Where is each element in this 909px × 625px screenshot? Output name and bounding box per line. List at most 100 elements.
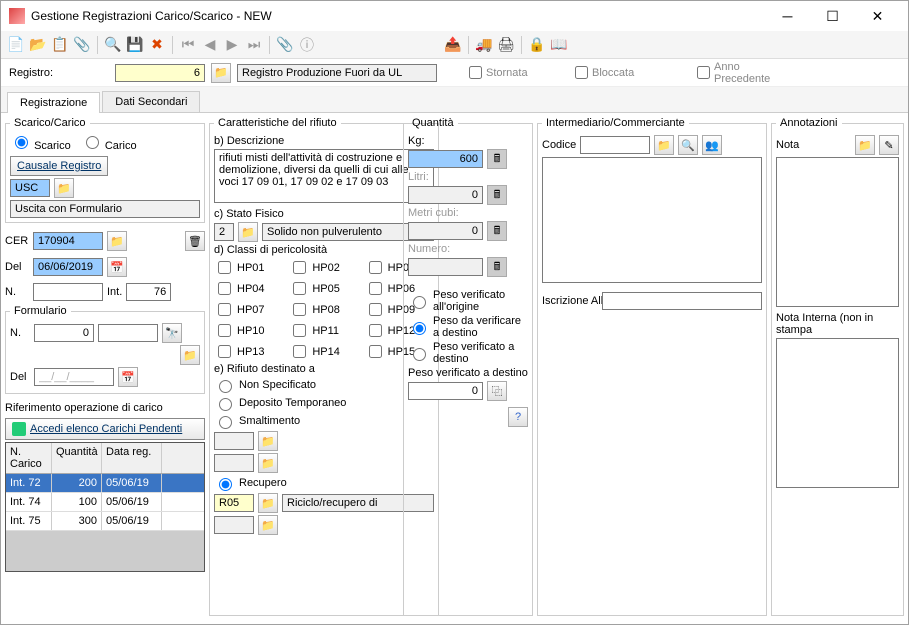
intermediario-textarea[interactable] — [542, 157, 762, 283]
hp10-check[interactable]: HP10 — [214, 321, 283, 340]
causale-registro-button[interactable]: Causale Registro — [10, 156, 108, 176]
hp05-check[interactable]: HP05 — [289, 279, 358, 298]
hp08-check[interactable]: HP08 — [289, 300, 358, 319]
recupero-lookup-icon[interactable]: 📁 — [258, 493, 278, 513]
search-icon[interactable]: 🔍 — [104, 36, 122, 54]
nota-folder-icon[interactable]: 📁 — [855, 135, 875, 155]
hp01-check[interactable]: HP01 — [214, 258, 283, 277]
numero-calc-icon[interactable]: 🖩 — [487, 257, 507, 277]
int-input[interactable] — [126, 283, 171, 301]
formulario-calendar-icon[interactable]: 📅 — [118, 367, 138, 387]
intermediario-fieldset: Intermediario/Commerciante Codice 📁 🔍 👥 … — [537, 117, 767, 616]
codice-lookup-icon[interactable]: 📁 — [654, 135, 674, 155]
hp07-check[interactable]: HP07 — [214, 300, 283, 319]
carichi-grid[interactable]: N. Carico Quantità Data reg. Int. 72 200… — [5, 442, 205, 572]
prev-icon[interactable]: ◀ — [201, 36, 219, 54]
registro-lookup-icon[interactable]: 📁 — [211, 63, 231, 83]
nota-textarea[interactable] — [776, 157, 899, 307]
nota-edit-icon[interactable]: ✎ — [879, 135, 899, 155]
calendar-icon[interactable]: 📅 — [107, 257, 127, 277]
new-icon[interactable]: 📄 — [7, 36, 25, 54]
cer-input[interactable] — [33, 232, 103, 250]
print-icon[interactable]: 🖨 — [497, 36, 515, 54]
formulario-folder-icon[interactable]: 📁 — [180, 345, 200, 365]
deposito-radio[interactable]: Deposito Temporaneo — [214, 395, 434, 411]
kg-label: Kg: — [408, 135, 528, 147]
anno-precedente-check[interactable]: Anno Precedente — [697, 61, 797, 85]
info-icon[interactable]: ⓘ — [298, 36, 316, 54]
export-icon[interactable]: 📤 — [444, 36, 462, 54]
formulario-del-input[interactable] — [34, 368, 114, 386]
causale-lookup-icon[interactable]: 📁 — [54, 178, 74, 198]
table-row[interactable]: Int. 74 100 05/06/19 — [6, 493, 204, 512]
stato-lookup-icon[interactable]: 📁 — [238, 222, 258, 242]
recupero-radio[interactable]: Recupero — [214, 475, 434, 491]
mc-calc-icon[interactable]: 🖩 — [487, 221, 507, 241]
help-icon[interactable]: ? — [508, 407, 528, 427]
kg-calc-icon[interactable]: 🖩 — [487, 149, 507, 169]
codice-users-icon[interactable]: 👥 — [702, 135, 722, 155]
open-icon[interactable]: 📂 — [29, 36, 47, 54]
kg-input[interactable] — [408, 150, 483, 168]
stato-code-input — [214, 223, 234, 241]
descrizione-textarea[interactable]: rifiuti misti dell'attività di costruzio… — [214, 149, 434, 203]
minimize-button[interactable]: ─ — [765, 1, 810, 31]
formulario-fieldset: Formulario N. 🔭 📁 Del 📅 — [5, 305, 205, 394]
tab-registrazione[interactable]: Registrazione — [7, 92, 100, 113]
iscrizione-input[interactable] — [602, 292, 762, 310]
binocular-icon[interactable]: 🔭 — [162, 323, 182, 343]
n-label: N. — [5, 286, 29, 298]
causale-desc-input — [10, 200, 200, 218]
smaltimento-lookup-icon[interactable]: 📁 — [258, 431, 278, 451]
copy-icon[interactable]: 📋 — [51, 36, 69, 54]
tab-dati-secondari[interactable]: Dati Secondari — [102, 91, 200, 112]
copy-value-icon[interactable]: ⿻ — [487, 381, 507, 401]
table-row[interactable]: Int. 75 300 05/06/19 — [6, 512, 204, 531]
nota-interna-textarea[interactable] — [776, 338, 899, 488]
smaltimento-lookup2-icon[interactable]: 📁 — [258, 453, 278, 473]
stornata-check[interactable]: Stornata — [469, 66, 569, 79]
accedi-carichi-button[interactable]: Accedi elenco Carichi Pendenti — [5, 418, 205, 440]
scarico-radio[interactable]: Scarico — [10, 133, 71, 152]
close-button[interactable]: ✕ — [855, 1, 900, 31]
codice-input[interactable] — [580, 136, 650, 154]
maximize-button[interactable]: ☐ — [810, 1, 855, 31]
waste-icon[interactable]: 🗑 — [185, 231, 205, 251]
formulario-n-input[interactable] — [34, 324, 94, 342]
causale-code-input[interactable] — [10, 179, 50, 197]
smaltimento-radio[interactable]: Smaltimento — [214, 413, 434, 429]
non-specificato-radio[interactable]: Non Specificato — [214, 377, 434, 393]
codice-search-icon[interactable]: 🔍 — [678, 135, 698, 155]
carico-radio[interactable]: Carico — [81, 133, 137, 152]
next-icon[interactable]: ▶ — [223, 36, 241, 54]
recupero-code-input[interactable] — [214, 494, 254, 512]
peso-da-verificare-radio[interactable]: Peso da verificare a destino — [408, 315, 528, 339]
registro-numero-input[interactable] — [115, 64, 205, 82]
save-icon[interactable]: 💾 — [126, 36, 144, 54]
first-icon[interactable]: ⏮ — [179, 36, 197, 54]
hp14-check[interactable]: HP14 — [289, 342, 358, 361]
content: Scarico/Carico Scarico Carico Causale Re… — [1, 113, 908, 624]
formulario-n2-input[interactable] — [98, 324, 158, 342]
attach-icon[interactable]: 📎 — [276, 36, 294, 54]
hp11-check[interactable]: HP11 — [289, 321, 358, 340]
hp04-check[interactable]: HP04 — [214, 279, 283, 298]
peso-verificato-destino-radio[interactable]: Peso verificato a destino — [408, 341, 528, 365]
hp13-check[interactable]: HP13 — [214, 342, 283, 361]
peso-verificato-input[interactable] — [408, 382, 483, 400]
litri-calc-icon[interactable]: 🖩 — [487, 185, 507, 205]
hp02-check[interactable]: HP02 — [289, 258, 358, 277]
book-icon[interactable]: 📖 — [550, 36, 568, 54]
bloccata-check[interactable]: Bloccata — [575, 66, 675, 79]
lock-icon[interactable]: 🔒 — [528, 36, 546, 54]
cer-lookup-icon[interactable]: 📁 — [107, 231, 127, 251]
paste-icon[interactable]: 📎 — [73, 36, 91, 54]
n-input[interactable] — [33, 283, 103, 301]
delete-icon[interactable]: ✖ — [148, 36, 166, 54]
last-icon[interactable]: ⏭ — [245, 36, 263, 54]
del-input[interactable] — [33, 258, 103, 276]
truck-icon[interactable]: 🚚 — [475, 36, 493, 54]
peso-origine-radio[interactable]: Peso verificato all'origine — [408, 289, 528, 313]
recupero-lookup2-icon[interactable]: 📁 — [258, 515, 278, 535]
table-row[interactable]: Int. 72 200 05/06/19 — [6, 474, 204, 493]
